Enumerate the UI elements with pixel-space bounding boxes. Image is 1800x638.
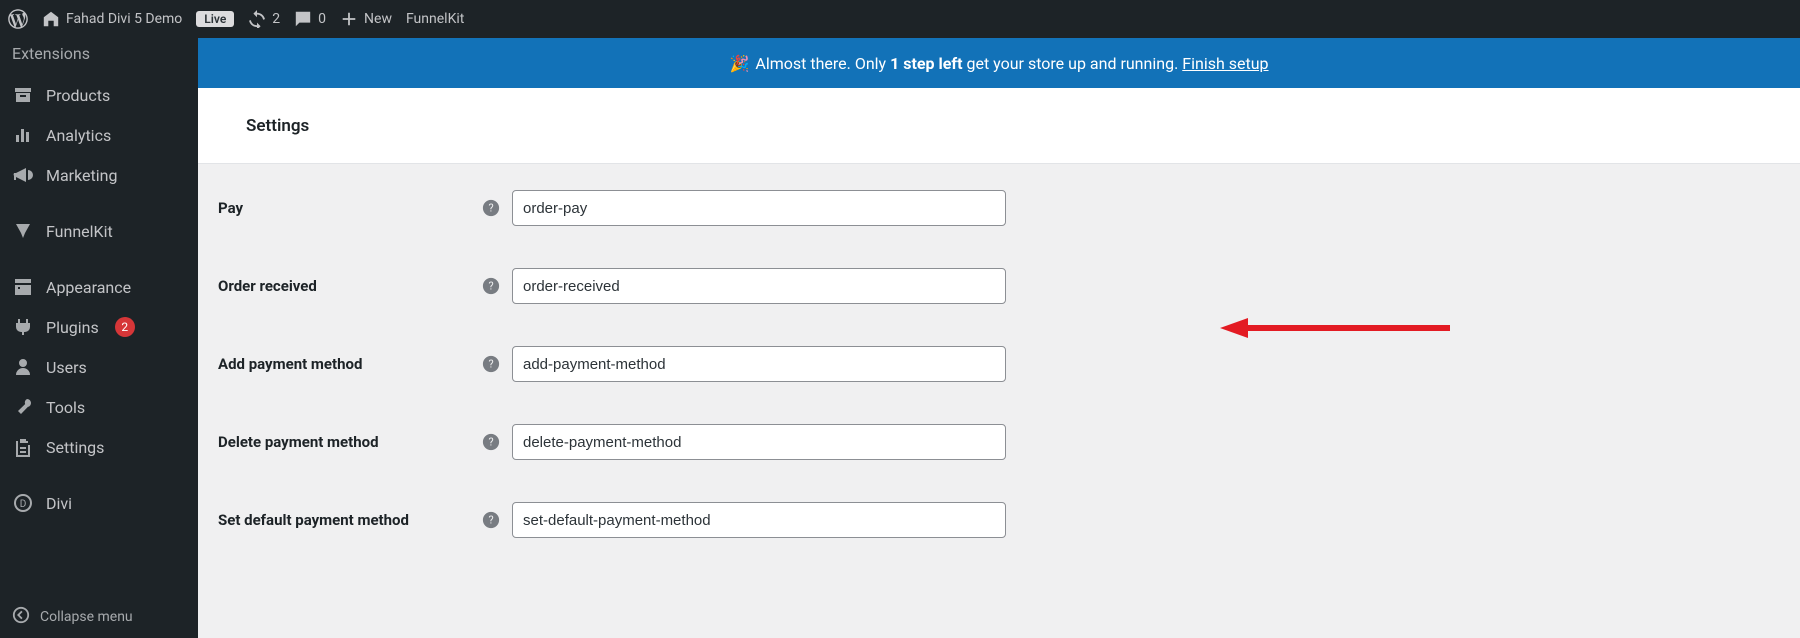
pay-input[interactable] bbox=[512, 190, 1006, 226]
set-default-payment-method-input[interactable] bbox=[512, 502, 1006, 538]
sidebar-item-label: Analytics bbox=[46, 126, 111, 145]
field-label: Delete payment method bbox=[218, 433, 480, 451]
sidebar-item-label: Divi bbox=[46, 494, 72, 513]
svg-text:D: D bbox=[20, 499, 27, 510]
field-order-received: Order received ? bbox=[218, 268, 1780, 304]
field-label: Add payment method bbox=[218, 355, 480, 373]
new-content-link[interactable]: New bbox=[340, 10, 392, 28]
admin-sidebar: Extensions Products Analytics Marketing … bbox=[0, 38, 198, 638]
field-label: Pay bbox=[218, 199, 480, 217]
sidebar-item-funnelkit[interactable]: FunnelKit bbox=[0, 211, 198, 251]
help-icon[interactable]: ? bbox=[480, 433, 502, 451]
add-payment-method-input[interactable] bbox=[512, 346, 1006, 382]
admin-bar: Fahad Divi 5 Demo Live 2 0 New FunnelKit bbox=[0, 0, 1800, 38]
delete-payment-method-input[interactable] bbox=[512, 424, 1006, 460]
sidebar-item-extensions[interactable]: Extensions bbox=[0, 38, 198, 75]
sidebar-item-settings[interactable]: Settings bbox=[0, 427, 198, 467]
sidebar-item-label: Products bbox=[46, 86, 110, 105]
help-icon[interactable]: ? bbox=[480, 277, 502, 295]
sidebar-item-label: Tools bbox=[46, 398, 85, 417]
svg-text:?: ? bbox=[488, 202, 493, 215]
funnelkit-icon bbox=[12, 221, 34, 241]
finish-setup-link[interactable]: Finish setup bbox=[1182, 54, 1268, 73]
sidebar-item-divi[interactable]: D Divi bbox=[0, 483, 198, 523]
sidebar-item-label: FunnelKit bbox=[46, 222, 113, 241]
comments-link[interactable]: 0 bbox=[294, 10, 326, 28]
site-name-label: Fahad Divi 5 Demo bbox=[66, 11, 182, 27]
field-pay: Pay ? bbox=[218, 190, 1780, 226]
plugins-icon bbox=[12, 317, 34, 337]
banner-text: Almost there. Only 1 step left get your … bbox=[755, 54, 1268, 73]
plugins-count-badge: 2 bbox=[115, 317, 135, 337]
new-label: New bbox=[364, 11, 392, 27]
sidebar-item-label: Users bbox=[46, 358, 87, 377]
field-delete-payment-method: Delete payment method ? bbox=[218, 424, 1780, 460]
sidebar-item-analytics[interactable]: Analytics bbox=[0, 115, 198, 155]
update-icon bbox=[248, 10, 266, 28]
wordpress-icon bbox=[8, 9, 28, 29]
status-badge[interactable]: Live bbox=[196, 11, 234, 27]
sidebar-item-label: Settings bbox=[46, 438, 104, 457]
field-set-default-payment-method: Set default payment method ? bbox=[218, 502, 1780, 538]
sidebar-item-products[interactable]: Products bbox=[0, 75, 198, 115]
wc-setup-banner: 🎉 Almost there. Only 1 step left get you… bbox=[198, 38, 1800, 88]
field-label: Order received bbox=[218, 277, 480, 295]
settings-header: Settings bbox=[198, 88, 1800, 164]
divi-icon: D bbox=[12, 493, 34, 513]
sidebar-item-label: Marketing bbox=[46, 166, 117, 185]
sidebar-item-tools[interactable]: Tools bbox=[0, 387, 198, 427]
plus-icon bbox=[340, 10, 358, 28]
svg-text:?: ? bbox=[488, 436, 493, 449]
sidebar-item-marketing[interactable]: Marketing bbox=[0, 155, 198, 195]
page-title: Settings bbox=[246, 116, 309, 136]
archive-icon bbox=[12, 85, 34, 105]
collapse-label: Collapse menu bbox=[40, 609, 133, 625]
comment-icon bbox=[294, 10, 312, 28]
chart-bar-icon bbox=[12, 125, 34, 145]
sidebar-item-label: Appearance bbox=[46, 278, 131, 297]
sidebar-item-plugins[interactable]: Plugins 2 bbox=[0, 307, 198, 347]
banner-emoji: 🎉 bbox=[729, 54, 749, 73]
sidebar-item-appearance[interactable]: Appearance bbox=[0, 267, 198, 307]
svg-text:?: ? bbox=[488, 358, 493, 371]
users-icon bbox=[12, 357, 34, 377]
field-add-payment-method: Add payment method ? bbox=[218, 346, 1780, 382]
wordpress-logo[interactable] bbox=[8, 9, 28, 29]
collapse-menu-button[interactable]: Collapse menu bbox=[0, 596, 198, 638]
order-received-input[interactable] bbox=[512, 268, 1006, 304]
field-label: Set default payment method bbox=[218, 511, 480, 529]
svg-text:?: ? bbox=[488, 514, 493, 527]
appearance-icon bbox=[12, 277, 34, 297]
comments-count: 0 bbox=[318, 11, 326, 27]
tools-icon bbox=[12, 397, 34, 417]
site-name-link[interactable]: Fahad Divi 5 Demo bbox=[42, 10, 182, 28]
updates-count: 2 bbox=[272, 11, 280, 27]
sidebar-item-label: Extensions bbox=[12, 44, 90, 63]
updates-link[interactable]: 2 bbox=[248, 10, 280, 28]
collapse-icon bbox=[12, 606, 30, 628]
settings-icon bbox=[12, 437, 34, 457]
sidebar-item-users[interactable]: Users bbox=[0, 347, 198, 387]
help-icon[interactable]: ? bbox=[480, 199, 502, 217]
main-content: 🎉 Almost there. Only 1 step left get you… bbox=[198, 38, 1800, 638]
megaphone-icon bbox=[12, 165, 34, 185]
sidebar-item-label: Plugins bbox=[46, 318, 99, 337]
funnelkit-adminbar-link[interactable]: FunnelKit bbox=[406, 11, 464, 27]
help-icon[interactable]: ? bbox=[480, 355, 502, 373]
funnelkit-adminbar-label: FunnelKit bbox=[406, 11, 464, 27]
home-icon bbox=[42, 10, 60, 28]
settings-form: Pay ? Order received ? Add payment metho… bbox=[198, 164, 1800, 606]
help-icon[interactable]: ? bbox=[480, 511, 502, 529]
svg-text:?: ? bbox=[488, 280, 493, 293]
